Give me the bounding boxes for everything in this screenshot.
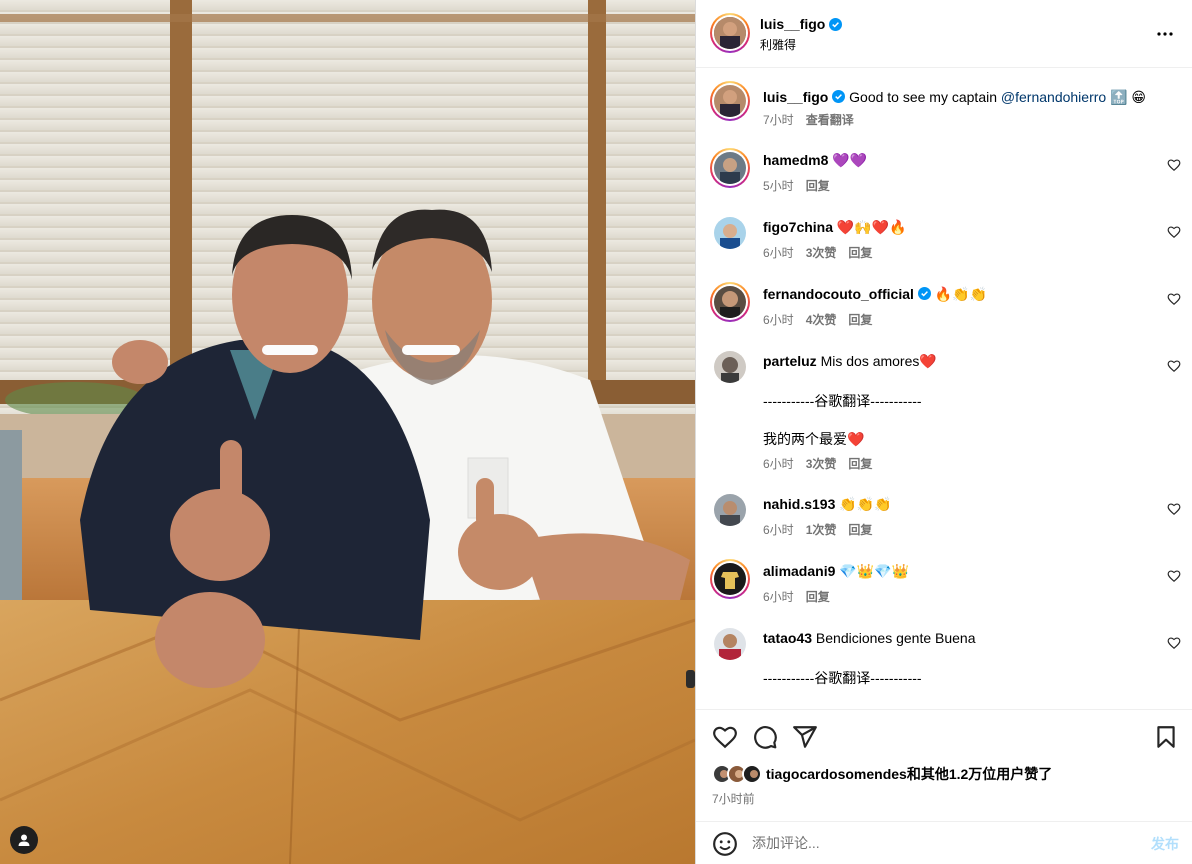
- see-translation-button[interactable]: 查看翻译: [806, 111, 854, 128]
- comment-text: 💜💜: [832, 152, 868, 168]
- caption-body: Good to see my captain: [849, 89, 998, 105]
- comment-text: Bendiciones gente Buena: [815, 630, 976, 646]
- story-ring[interactable]: [710, 282, 750, 322]
- likes-summary[interactable]: tiagocardosomendes和其他1.2万位用户赞了: [712, 764, 1052, 784]
- reply-button[interactable]: 回复: [806, 588, 830, 605]
- tagged-users-icon[interactable]: [10, 826, 38, 854]
- comment-text: 👏👏👏: [839, 496, 892, 512]
- post-header: luis__figo 利雅得: [696, 0, 1192, 68]
- comment-item: alimadani9 💎👑💎👑 6小时 回复: [696, 559, 1192, 619]
- send-icon[interactable]: [792, 724, 818, 750]
- comment-text: 💎👑💎👑: [839, 563, 909, 579]
- avatar[interactable]: [714, 494, 746, 526]
- timestamp[interactable]: 6小时: [763, 521, 794, 538]
- username-link[interactable]: luis__figo: [763, 89, 828, 105]
- comment-like-count[interactable]: 4次赞: [806, 311, 837, 328]
- comment-icon[interactable]: [752, 724, 778, 750]
- caption-meta: 7小时 查看翻译: [763, 111, 854, 128]
- like-comment-icon[interactable]: [1167, 502, 1181, 516]
- username-link[interactable]: figo7china: [763, 219, 833, 235]
- timestamp[interactable]: 6小时: [763, 244, 794, 261]
- story-ring[interactable]: [710, 559, 750, 599]
- emoji-icon[interactable]: [712, 831, 738, 857]
- comment-item: figo7china ❤️🙌❤️🔥 6小时 3次赞 回复: [696, 215, 1192, 275]
- reply-button[interactable]: 回复: [848, 244, 872, 261]
- avatar: [742, 764, 762, 784]
- like-comment-icon[interactable]: [1167, 359, 1181, 373]
- comment-item: nahid.s193 👏👏👏 6小时 1次赞 回复: [696, 492, 1192, 552]
- comment-text: Mis dos amores❤️: [820, 353, 937, 369]
- verified-icon: [829, 17, 843, 31]
- caption-emoji: 🔝 😁: [1110, 89, 1146, 105]
- avatar[interactable]: [714, 17, 746, 49]
- username-link[interactable]: tatao43: [763, 630, 812, 646]
- reply-button[interactable]: 回复: [806, 177, 830, 194]
- avatar[interactable]: [714, 628, 746, 660]
- caption: luis__figo Good to see my captain @ferna…: [696, 81, 1192, 133]
- post-timestamp[interactable]: 7小时前: [712, 790, 755, 807]
- avatar[interactable]: [714, 152, 746, 184]
- post-photo[interactable]: [0, 0, 695, 864]
- post-detail-panel: luis__figo 利雅得 luis__figo Good to see my…: [695, 0, 1192, 864]
- timestamp[interactable]: 6小时: [763, 311, 794, 328]
- username-link[interactable]: parteluz: [763, 353, 817, 369]
- story-ring[interactable]: [710, 81, 750, 121]
- reply-button[interactable]: 回复: [848, 311, 872, 328]
- timestamp[interactable]: 6小时: [763, 588, 794, 605]
- liked-by-text[interactable]: tiagocardosomendes和其他1.2万位用户赞了: [766, 764, 1052, 784]
- comment-text: ❤️🙌❤️🔥: [836, 219, 907, 235]
- comment-item: tatao43 Bendiciones gente Buena --------…: [696, 626, 1192, 709]
- verified-icon: [917, 287, 931, 300]
- comment-text: 🔥👏👏: [934, 286, 987, 302]
- translated-text: 我的两个最爱❤️: [763, 431, 865, 447]
- caption-text: luis__figo Good to see my captain @ferna…: [763, 88, 1153, 106]
- mention-link[interactable]: @fernandohierro: [1001, 89, 1106, 105]
- verified-icon: [832, 90, 846, 103]
- translation-divider: -----------谷歌翻译-----------: [763, 670, 922, 686]
- author-username[interactable]: luis__figo: [760, 16, 843, 32]
- comment-like-count[interactable]: 3次赞: [806, 455, 837, 472]
- story-ring[interactable]: [710, 13, 750, 53]
- avatar[interactable]: [714, 351, 746, 383]
- username-link[interactable]: hamedm8: [763, 152, 828, 168]
- username-link[interactable]: luis__figo: [760, 16, 825, 32]
- avatar[interactable]: [714, 563, 746, 595]
- like-comment-icon[interactable]: [1167, 292, 1181, 306]
- comment-composer: 发布: [696, 821, 1192, 864]
- more-horizontal-icon[interactable]: [1153, 22, 1177, 46]
- translation-divider: -----------谷歌翻译-----------: [763, 393, 922, 409]
- timestamp[interactable]: 7小时: [763, 111, 794, 128]
- bookmark-icon[interactable]: [1153, 724, 1179, 750]
- username-link[interactable]: fernandocouto_official: [763, 286, 914, 302]
- post-actions: tiagocardosomendes和其他1.2万位用户赞了 7小时前: [696, 709, 1192, 822]
- comments-list[interactable]: luis__figo Good to see my captain @ferna…: [696, 69, 1192, 709]
- like-comment-icon[interactable]: [1167, 569, 1181, 583]
- liker-avatars[interactable]: [712, 764, 764, 784]
- comment-item: hamedm8 💜💜 5小时 回复: [696, 148, 1192, 208]
- comment-like-count[interactable]: 1次赞: [806, 521, 837, 538]
- like-comment-icon[interactable]: [1167, 158, 1181, 172]
- location-link[interactable]: 利雅得: [760, 36, 796, 53]
- like-comment-icon[interactable]: [1167, 636, 1181, 650]
- avatar[interactable]: [714, 217, 746, 249]
- comment-input[interactable]: [752, 832, 1132, 854]
- reply-button[interactable]: 回复: [848, 455, 872, 472]
- comment-like-count[interactable]: 3次赞: [806, 244, 837, 261]
- like-comment-icon[interactable]: [1167, 225, 1181, 239]
- comment-item: fernandocouto_official 🔥👏👏 6小时 4次赞 回复: [696, 282, 1192, 342]
- timestamp[interactable]: 5小时: [763, 177, 794, 194]
- heart-icon[interactable]: [712, 724, 738, 750]
- reply-button[interactable]: 回复: [848, 521, 872, 538]
- timestamp[interactable]: 6小时: [763, 455, 794, 472]
- post-button[interactable]: 发布: [1151, 834, 1179, 854]
- avatar[interactable]: [714, 286, 746, 318]
- username-link[interactable]: nahid.s193: [763, 496, 835, 512]
- story-ring[interactable]: [710, 148, 750, 188]
- comment-item: parteluz Mis dos amores❤️ -----------谷歌翻…: [696, 349, 1192, 474]
- username-link[interactable]: alimadani9: [763, 563, 835, 579]
- avatar[interactable]: [714, 85, 746, 117]
